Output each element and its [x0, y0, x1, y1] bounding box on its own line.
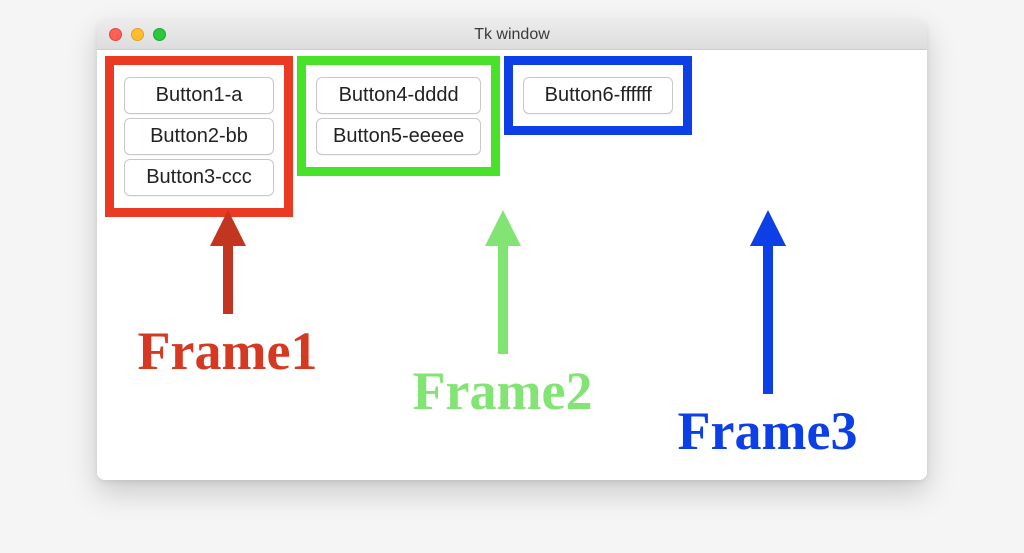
window-title: Tk window: [109, 26, 915, 44]
button-4dddd[interactable]: Button4-dddd: [316, 77, 481, 114]
close-icon[interactable]: [109, 28, 122, 41]
titlebar: Tk window: [97, 20, 927, 50]
maximize-icon[interactable]: [153, 28, 166, 41]
labels-row: Frame1 Frame2 Frame3: [105, 210, 919, 462]
arrow-up-icon: [750, 210, 786, 246]
arrow-shaft: [223, 244, 233, 314]
frame-2: Button4-dddd Button5-eeeee: [297, 56, 500, 176]
frame2-label: Frame2: [413, 360, 593, 422]
traffic-lights: [109, 28, 166, 41]
arrow-up-icon: [485, 210, 521, 246]
button-6ffffff[interactable]: Button6-ffffff: [523, 77, 673, 114]
button-5eeeee[interactable]: Button5-eeeee: [316, 118, 481, 155]
frames-row: Button1-a Button2-bb Button3-ccc Button4…: [105, 56, 919, 217]
frame1-label: Frame1: [138, 320, 318, 382]
frame1-label-block: Frame1: [105, 210, 350, 462]
frame3-label: Frame3: [678, 400, 858, 462]
frame-3: Button6-ffffff: [504, 56, 692, 135]
app-window: Tk window Button1-a Button2-bb Button3-c…: [97, 20, 927, 480]
minimize-icon[interactable]: [131, 28, 144, 41]
arrow-shaft: [498, 244, 508, 354]
frame3-label-block: Frame3: [645, 210, 890, 462]
button-1a[interactable]: Button1-a: [124, 77, 274, 114]
window-content: Button1-a Button2-bb Button3-ccc Button4…: [97, 50, 927, 480]
frame-1: Button1-a Button2-bb Button3-ccc: [105, 56, 293, 217]
button-3ccc[interactable]: Button3-ccc: [124, 159, 274, 196]
arrow-up-icon: [210, 210, 246, 246]
arrow-shaft: [763, 244, 773, 394]
button-2bb[interactable]: Button2-bb: [124, 118, 274, 155]
frame2-label-block: Frame2: [380, 210, 625, 462]
